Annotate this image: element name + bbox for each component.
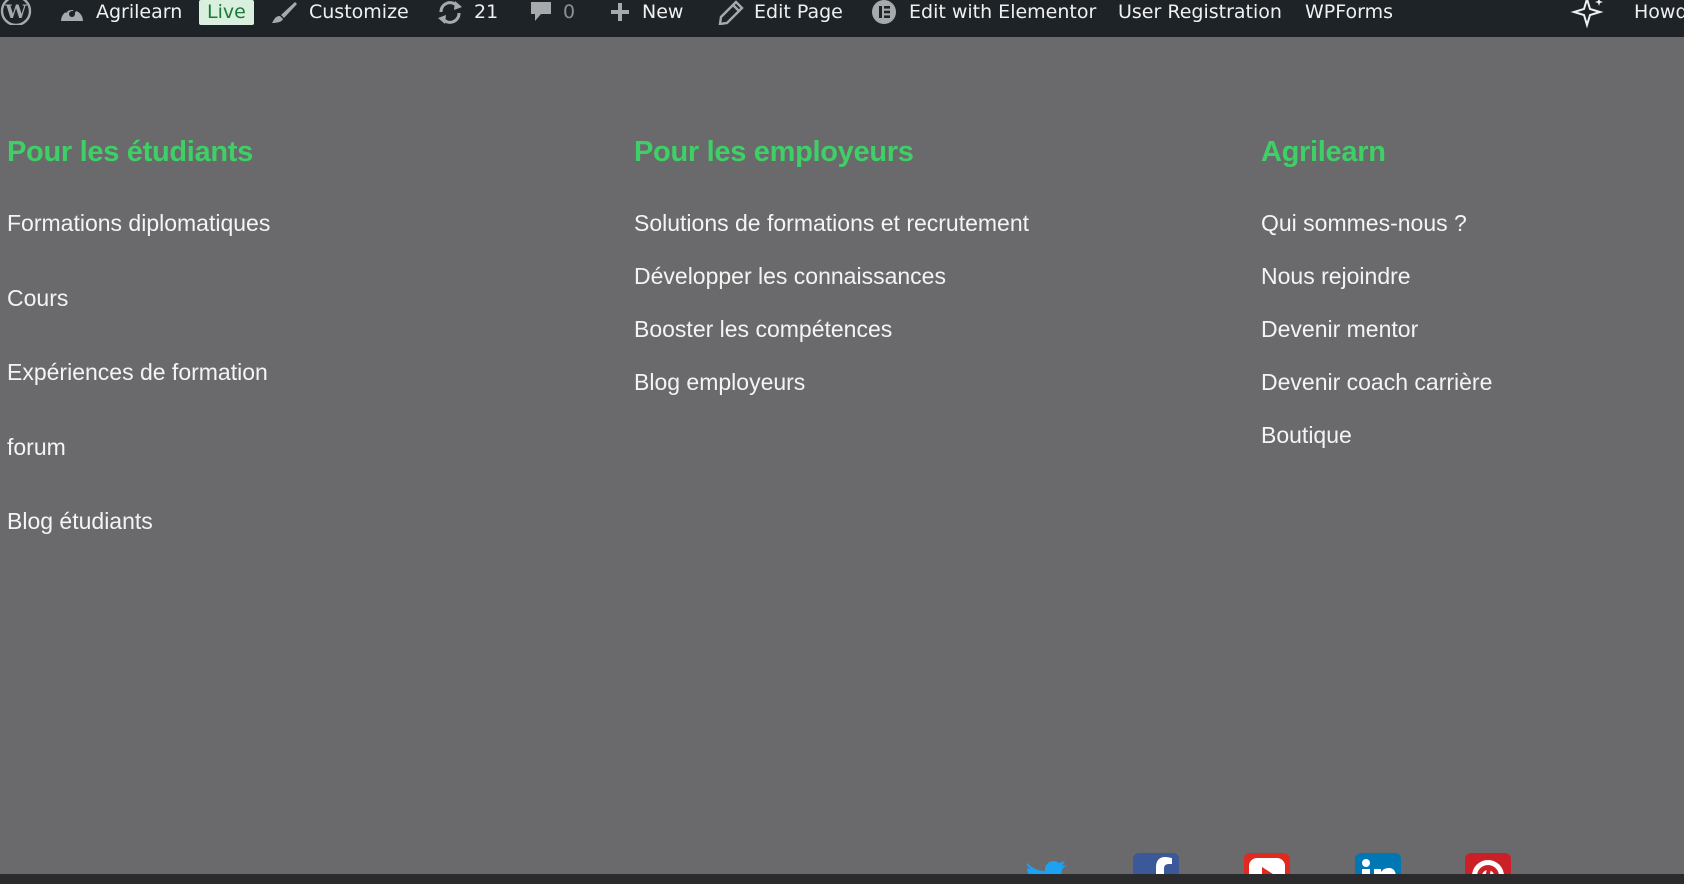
site-name-menu[interactable]: Agrilearn	[58, 0, 182, 25]
link-blog-etudiants[interactable]: Blog étudiants	[7, 506, 607, 536]
column-title-employers: Pour les employeurs	[634, 136, 914, 168]
live-badge: Live	[199, 0, 254, 25]
updates-count: 21	[474, 1, 499, 23]
user-registration-label: User Registration	[1118, 1, 1282, 23]
wpforms-menu[interactable]: WPForms	[1305, 0, 1393, 25]
updates-button[interactable]: 21	[436, 0, 498, 25]
dashboard-icon	[58, 0, 86, 25]
link-solutions-formations-recrutement[interactable]: Solutions de formations et recrutement	[634, 208, 1234, 238]
customize-label: Customize	[309, 1, 409, 23]
link-devenir-coach-carriere[interactable]: Devenir coach carrière	[1261, 367, 1684, 397]
new-label: New	[642, 1, 684, 23]
link-experiences-de-formation[interactable]: Expériences de formation	[7, 357, 607, 387]
link-boutique[interactable]: Boutique	[1261, 420, 1684, 450]
plus-icon	[608, 0, 632, 25]
footer-column-agrilearn: Agrilearn Qui sommes-nous ? Nous rejoind…	[1261, 134, 1684, 473]
brush-icon	[269, 0, 299, 25]
comments-button[interactable]: 0	[529, 0, 575, 25]
link-qui-sommes-nous[interactable]: Qui sommes-nous ?	[1261, 208, 1684, 238]
link-developper-connaissances[interactable]: Développer les connaissances	[634, 261, 1234, 291]
customize-button[interactable]: Customize	[269, 0, 409, 25]
edit-page-label: Edit Page	[754, 1, 843, 23]
live-badge-label: Live	[199, 0, 254, 25]
edit-page-button[interactable]: Edit Page	[718, 0, 843, 25]
bottom-border	[0, 874, 1684, 884]
wpforms-label: WPForms	[1305, 1, 1394, 23]
footer-column-students: Pour les étudiants Formations diplomatiq…	[7, 134, 607, 581]
link-forum[interactable]: forum	[7, 432, 607, 462]
link-nous-rejoindre[interactable]: Nous rejoindre	[1261, 261, 1684, 291]
column-title-students: Pour les étudiants	[7, 136, 253, 168]
admin-bar: W Agrilearn Live Customize 21 0 New Edit…	[0, 0, 1684, 37]
link-booster-competences[interactable]: Booster les compétences	[634, 314, 1234, 344]
user-registration-menu[interactable]: User Registration	[1118, 0, 1282, 25]
elementor-button[interactable]: Edit with Elementor	[869, 0, 1096, 25]
link-devenir-mentor[interactable]: Devenir mentor	[1261, 314, 1684, 344]
svg-text:W: W	[4, 1, 27, 23]
comment-bubble-icon	[529, 0, 553, 25]
agrilearn-links: Qui sommes-nous ? Nous rejoindre Devenir…	[1261, 208, 1684, 450]
howdy-label: Howdy	[1634, 1, 1684, 23]
sparkle-icon[interactable]	[1570, 0, 1606, 28]
site-name-label: Agrilearn	[96, 1, 183, 23]
account-menu[interactable]: Howdy	[1634, 0, 1684, 25]
wordpress-logo-icon[interactable]: W	[0, 0, 34, 25]
refresh-icon	[436, 0, 464, 25]
link-blog-employeurs[interactable]: Blog employeurs	[634, 367, 1234, 397]
column-title-agrilearn: Agrilearn	[1261, 136, 1386, 168]
students-links: Formations diplomatiques Cours Expérienc…	[7, 208, 607, 536]
link-cours[interactable]: Cours	[7, 283, 607, 313]
link-formations-diplomatiques[interactable]: Formations diplomatiques	[7, 208, 607, 238]
elementor-icon	[869, 0, 899, 25]
comments-count: 0	[563, 1, 576, 23]
elementor-label: Edit with Elementor	[909, 1, 1097, 23]
new-content-button[interactable]: New	[608, 0, 683, 25]
pencil-icon	[718, 0, 744, 25]
footer-column-employers: Pour les employeurs Solutions de formati…	[634, 134, 1234, 420]
employers-links: Solutions de formations et recrutement D…	[634, 208, 1234, 397]
